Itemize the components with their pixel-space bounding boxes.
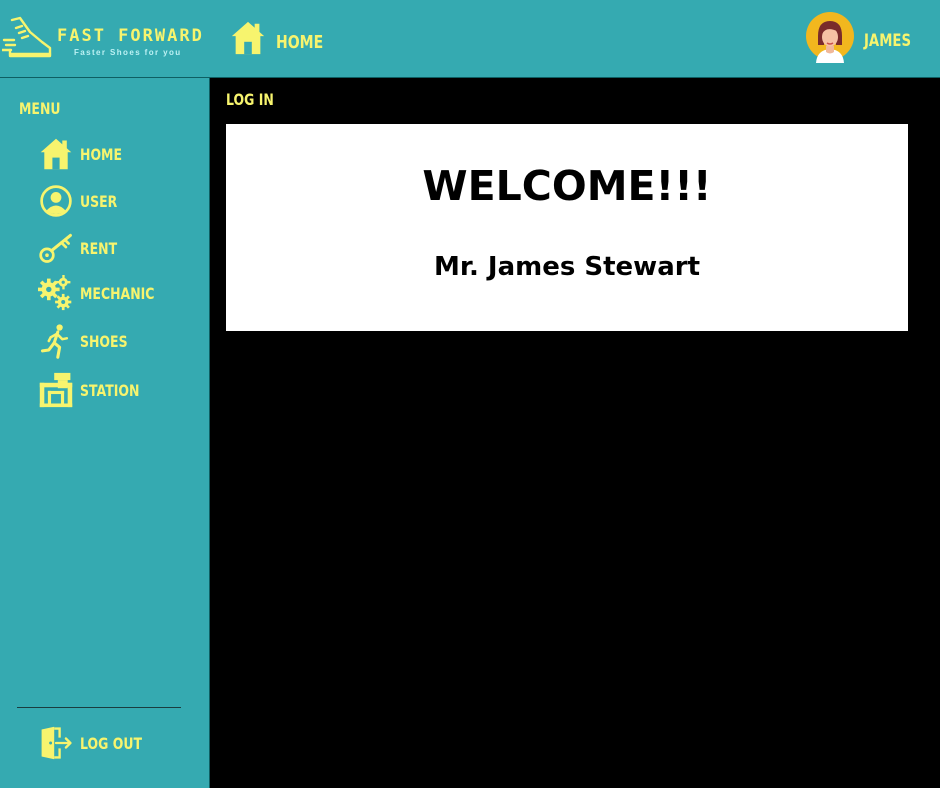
header-home-label: HOME xyxy=(276,31,324,53)
welcome-title: WELCOME!!! xyxy=(422,162,712,210)
sidebar-item-rent[interactable]: RENT xyxy=(36,228,128,268)
sidebar-item-label: SHOES xyxy=(80,331,128,351)
user-icon xyxy=(40,185,72,217)
header-username[interactable]: JAMES xyxy=(864,31,911,51)
sidebar-item-shoes[interactable]: SHOES xyxy=(36,321,141,361)
sidebar-item-label: HOME xyxy=(80,144,122,164)
logout-label: LOG OUT xyxy=(80,733,142,753)
logout-icon xyxy=(41,726,72,760)
sidebar-item-station[interactable]: STATION xyxy=(36,370,156,410)
station-icon xyxy=(39,372,73,408)
sidebar-item-label: USER xyxy=(80,191,118,211)
top-header: FAST FORWARD Faster Shoes for you HOME J… xyxy=(0,0,940,78)
page-breadcrumb: LOG IN xyxy=(226,90,274,109)
welcome-user-name: Mr. James Stewart xyxy=(434,252,700,282)
menu-title: MENU xyxy=(19,99,61,118)
home-icon xyxy=(231,21,265,55)
sidebar-item-label: MECHANIC xyxy=(80,283,155,303)
sidebar-item-label: STATION xyxy=(80,380,140,400)
brand-tagline: Faster Shoes for you xyxy=(74,48,182,57)
shoe-logo-icon xyxy=(2,16,52,58)
sidebar-item-home[interactable]: HOME xyxy=(36,134,134,174)
key-icon xyxy=(39,233,72,263)
sidebar: MENU HOME USER RENT MECHANIC SHOES STATI… xyxy=(0,78,210,788)
sidebar-item-user[interactable]: USER xyxy=(36,181,128,221)
sidebar-item-label: RENT xyxy=(80,238,118,258)
gears-icon xyxy=(38,275,72,311)
sidebar-divider xyxy=(17,707,181,708)
sidebar-item-mechanic[interactable]: MECHANIC xyxy=(36,273,175,313)
brand-name: FAST FORWARD xyxy=(57,26,204,46)
home-icon xyxy=(40,138,72,170)
header-home-link[interactable]: HOME xyxy=(229,18,337,58)
logout-button[interactable]: LOG OUT xyxy=(36,723,159,763)
avatar[interactable] xyxy=(806,12,854,63)
welcome-card: WELCOME!!! Mr. James Stewart xyxy=(226,124,908,331)
runner-icon xyxy=(40,324,69,359)
